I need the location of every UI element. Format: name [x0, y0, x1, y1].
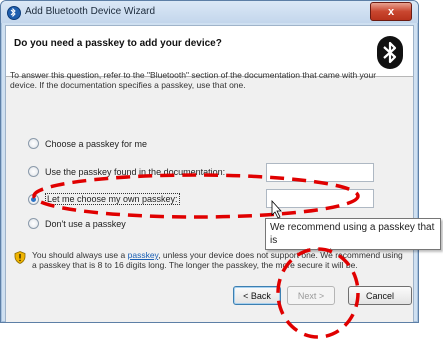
- radio-choose-own-passkey[interactable]: [28, 193, 39, 205]
- option-label: Don't use a passkey: [45, 218, 126, 229]
- option-label: Choose a passkey for me: [45, 138, 148, 149]
- window-title: Add Bluetooth Device Wizard: [25, 6, 156, 17]
- title-bar[interactable]: Add Bluetooth Device Wizard x: [1, 1, 418, 23]
- close-button[interactable]: x: [370, 2, 412, 21]
- radio-use-documentation-passkey[interactable]: [28, 166, 39, 177]
- passkey-link[interactable]: passkey: [128, 250, 159, 260]
- option-no-passkey[interactable]: Don't use a passkey: [28, 218, 126, 229]
- warning-text: You should always use a passkey, unless …: [32, 250, 404, 270]
- documentation-passkey-input[interactable]: [266, 163, 374, 182]
- option-label: Let me choose my own passkey:: [45, 193, 180, 205]
- radio-choose-for-me[interactable]: [28, 138, 39, 149]
- warning-prefix: You should always use a: [32, 250, 128, 260]
- option-choose-for-me[interactable]: Choose a passkey for me: [28, 138, 147, 149]
- radio-no-passkey[interactable]: [28, 218, 39, 229]
- passkey-tooltip: We recommend using a passkey that is 8 t…: [265, 218, 441, 250]
- own-passkey-input[interactable]: [266, 189, 374, 208]
- next-button[interactable]: Next >: [287, 286, 335, 305]
- wizard-window: Add Bluetooth Device Wizard x Do you nee…: [0, 0, 419, 323]
- intro-text: To answer this question, refer to the "B…: [10, 70, 377, 90]
- shield-warning-icon: [14, 251, 26, 264]
- bluetooth-logo-icon: [377, 36, 403, 69]
- bluetooth-icon: [7, 6, 21, 20]
- page-title: Do you need a passkey to add your device…: [14, 38, 222, 49]
- option-label: Use the passkey found in the documentati…: [45, 166, 226, 177]
- cancel-button[interactable]: Cancel: [348, 286, 412, 305]
- option-use-documentation-passkey[interactable]: Use the passkey found in the documentati…: [28, 166, 225, 177]
- back-button[interactable]: < Back: [233, 286, 281, 305]
- option-choose-own-passkey[interactable]: Let me choose my own passkey:: [28, 193, 180, 205]
